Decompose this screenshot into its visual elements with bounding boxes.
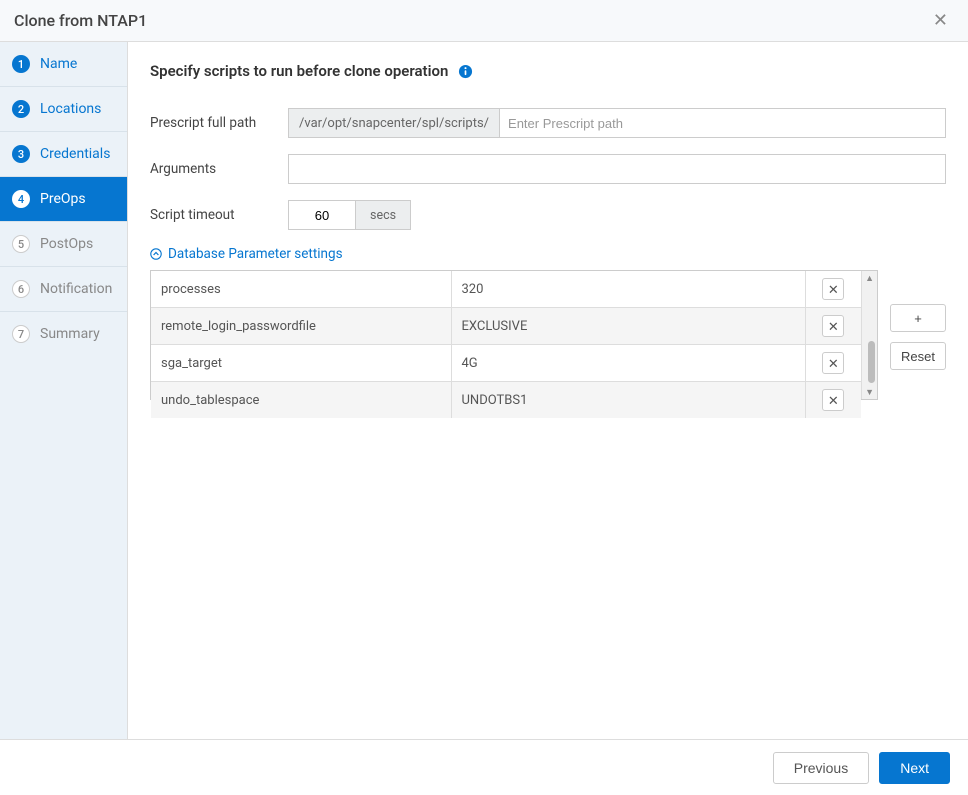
step-label: Name: [40, 56, 77, 72]
remove-row-button[interactable]: ✕: [822, 389, 844, 411]
step-number: 7: [12, 325, 30, 343]
step-summary[interactable]: 7 Summary: [0, 312, 127, 356]
remove-row-button[interactable]: ✕: [822, 315, 844, 337]
row-timeout: Script timeout secs: [150, 200, 946, 230]
step-postops[interactable]: 5 PostOps: [0, 222, 127, 267]
step-number: 6: [12, 280, 30, 298]
step-label: Notification: [40, 281, 112, 297]
params-area: processes 320 ✕ remote_login_passwordfil…: [150, 270, 946, 400]
param-value-cell[interactable]: 320: [451, 271, 805, 308]
step-credentials[interactable]: 3 Credentials: [0, 132, 127, 177]
close-icon[interactable]: ✕: [927, 8, 954, 33]
db-params-toggle[interactable]: Database Parameter settings: [150, 246, 946, 262]
prescript-input[interactable]: [499, 108, 946, 138]
param-name-cell[interactable]: processes: [151, 271, 451, 308]
collapse-icon: [150, 248, 162, 260]
row-prescript: Prescript full path /var/opt/snapcenter/…: [150, 108, 946, 138]
wizard-sidebar: 1 Name 2 Locations 3 Credentials 4 PreOp…: [0, 42, 128, 743]
params-table-wrap: processes 320 ✕ remote_login_passwordfil…: [150, 270, 878, 400]
step-name[interactable]: 1 Name: [0, 42, 127, 87]
arguments-label: Arguments: [150, 161, 278, 177]
param-remove-cell: ✕: [805, 382, 861, 419]
page-title: Specify scripts to run before clone oper…: [150, 62, 448, 80]
timeout-label: Script timeout: [150, 207, 278, 223]
table-row: undo_tablespace UNDOTBS1 ✕: [151, 382, 861, 419]
timeout-group: secs: [288, 200, 411, 230]
step-number: 1: [12, 55, 30, 73]
row-arguments: Arguments: [150, 154, 946, 184]
param-name-cell[interactable]: undo_tablespace: [151, 382, 451, 419]
dialog-body: 1 Name 2 Locations 3 Credentials 4 PreOp…: [0, 42, 968, 743]
next-button[interactable]: Next: [879, 752, 950, 784]
info-icon[interactable]: [458, 64, 473, 79]
params-side-buttons: + Reset: [890, 304, 946, 370]
param-value-cell[interactable]: EXCLUSIVE: [451, 308, 805, 345]
previous-button[interactable]: Previous: [773, 752, 869, 784]
dialog-title: Clone from NTAP1: [14, 11, 147, 30]
arguments-input[interactable]: [288, 154, 946, 184]
page-heading: Specify scripts to run before clone oper…: [150, 62, 946, 80]
table-row: remote_login_passwordfile EXCLUSIVE ✕: [151, 308, 861, 345]
prescript-label: Prescript full path: [150, 115, 278, 131]
step-label: Credentials: [40, 146, 110, 162]
step-label: PreOps: [40, 191, 86, 207]
step-number: 4: [12, 190, 30, 208]
step-number: 2: [12, 100, 30, 118]
add-row-button[interactable]: +: [890, 304, 946, 332]
dialog-header: Clone from NTAP1 ✕: [0, 0, 968, 42]
param-remove-cell: ✕: [805, 308, 861, 345]
timeout-input[interactable]: [288, 200, 356, 230]
prescript-group: /var/opt/snapcenter/spl/scripts/: [288, 108, 946, 138]
param-remove-cell: ✕: [805, 345, 861, 382]
param-value-cell[interactable]: UNDOTBS1: [451, 382, 805, 419]
dialog-footer: Previous Next: [0, 739, 968, 795]
step-number: 3: [12, 145, 30, 163]
table-row: sga_target 4G ✕: [151, 345, 861, 382]
scroll-down-icon[interactable]: ▼: [862, 385, 877, 399]
content-area: Specify scripts to run before clone oper…: [128, 42, 968, 743]
param-value-cell[interactable]: 4G: [451, 345, 805, 382]
step-label: PostOps: [40, 236, 93, 252]
param-name-cell[interactable]: remote_login_passwordfile: [151, 308, 451, 345]
scroll-up-icon[interactable]: ▲: [862, 271, 877, 285]
step-preops[interactable]: 4 PreOps: [0, 177, 127, 222]
step-number: 5: [12, 235, 30, 253]
params-table: processes 320 ✕ remote_login_passwordfil…: [151, 271, 861, 418]
db-params-title: Database Parameter settings: [168, 246, 343, 262]
timeout-unit: secs: [356, 200, 411, 230]
step-label: Locations: [40, 101, 101, 117]
step-locations[interactable]: 2 Locations: [0, 87, 127, 132]
param-name-cell[interactable]: sga_target: [151, 345, 451, 382]
scroll-thumb[interactable]: [868, 341, 875, 383]
remove-row-button[interactable]: ✕: [822, 352, 844, 374]
prescript-prefix: /var/opt/snapcenter/spl/scripts/: [288, 108, 499, 138]
scrollbar[interactable]: ▲ ▼: [861, 271, 877, 399]
step-notification[interactable]: 6 Notification: [0, 267, 127, 312]
reset-button[interactable]: Reset: [890, 342, 946, 370]
step-label: Summary: [40, 326, 100, 342]
param-remove-cell: ✕: [805, 271, 861, 308]
table-row: processes 320 ✕: [151, 271, 861, 308]
remove-row-button[interactable]: ✕: [822, 278, 844, 300]
